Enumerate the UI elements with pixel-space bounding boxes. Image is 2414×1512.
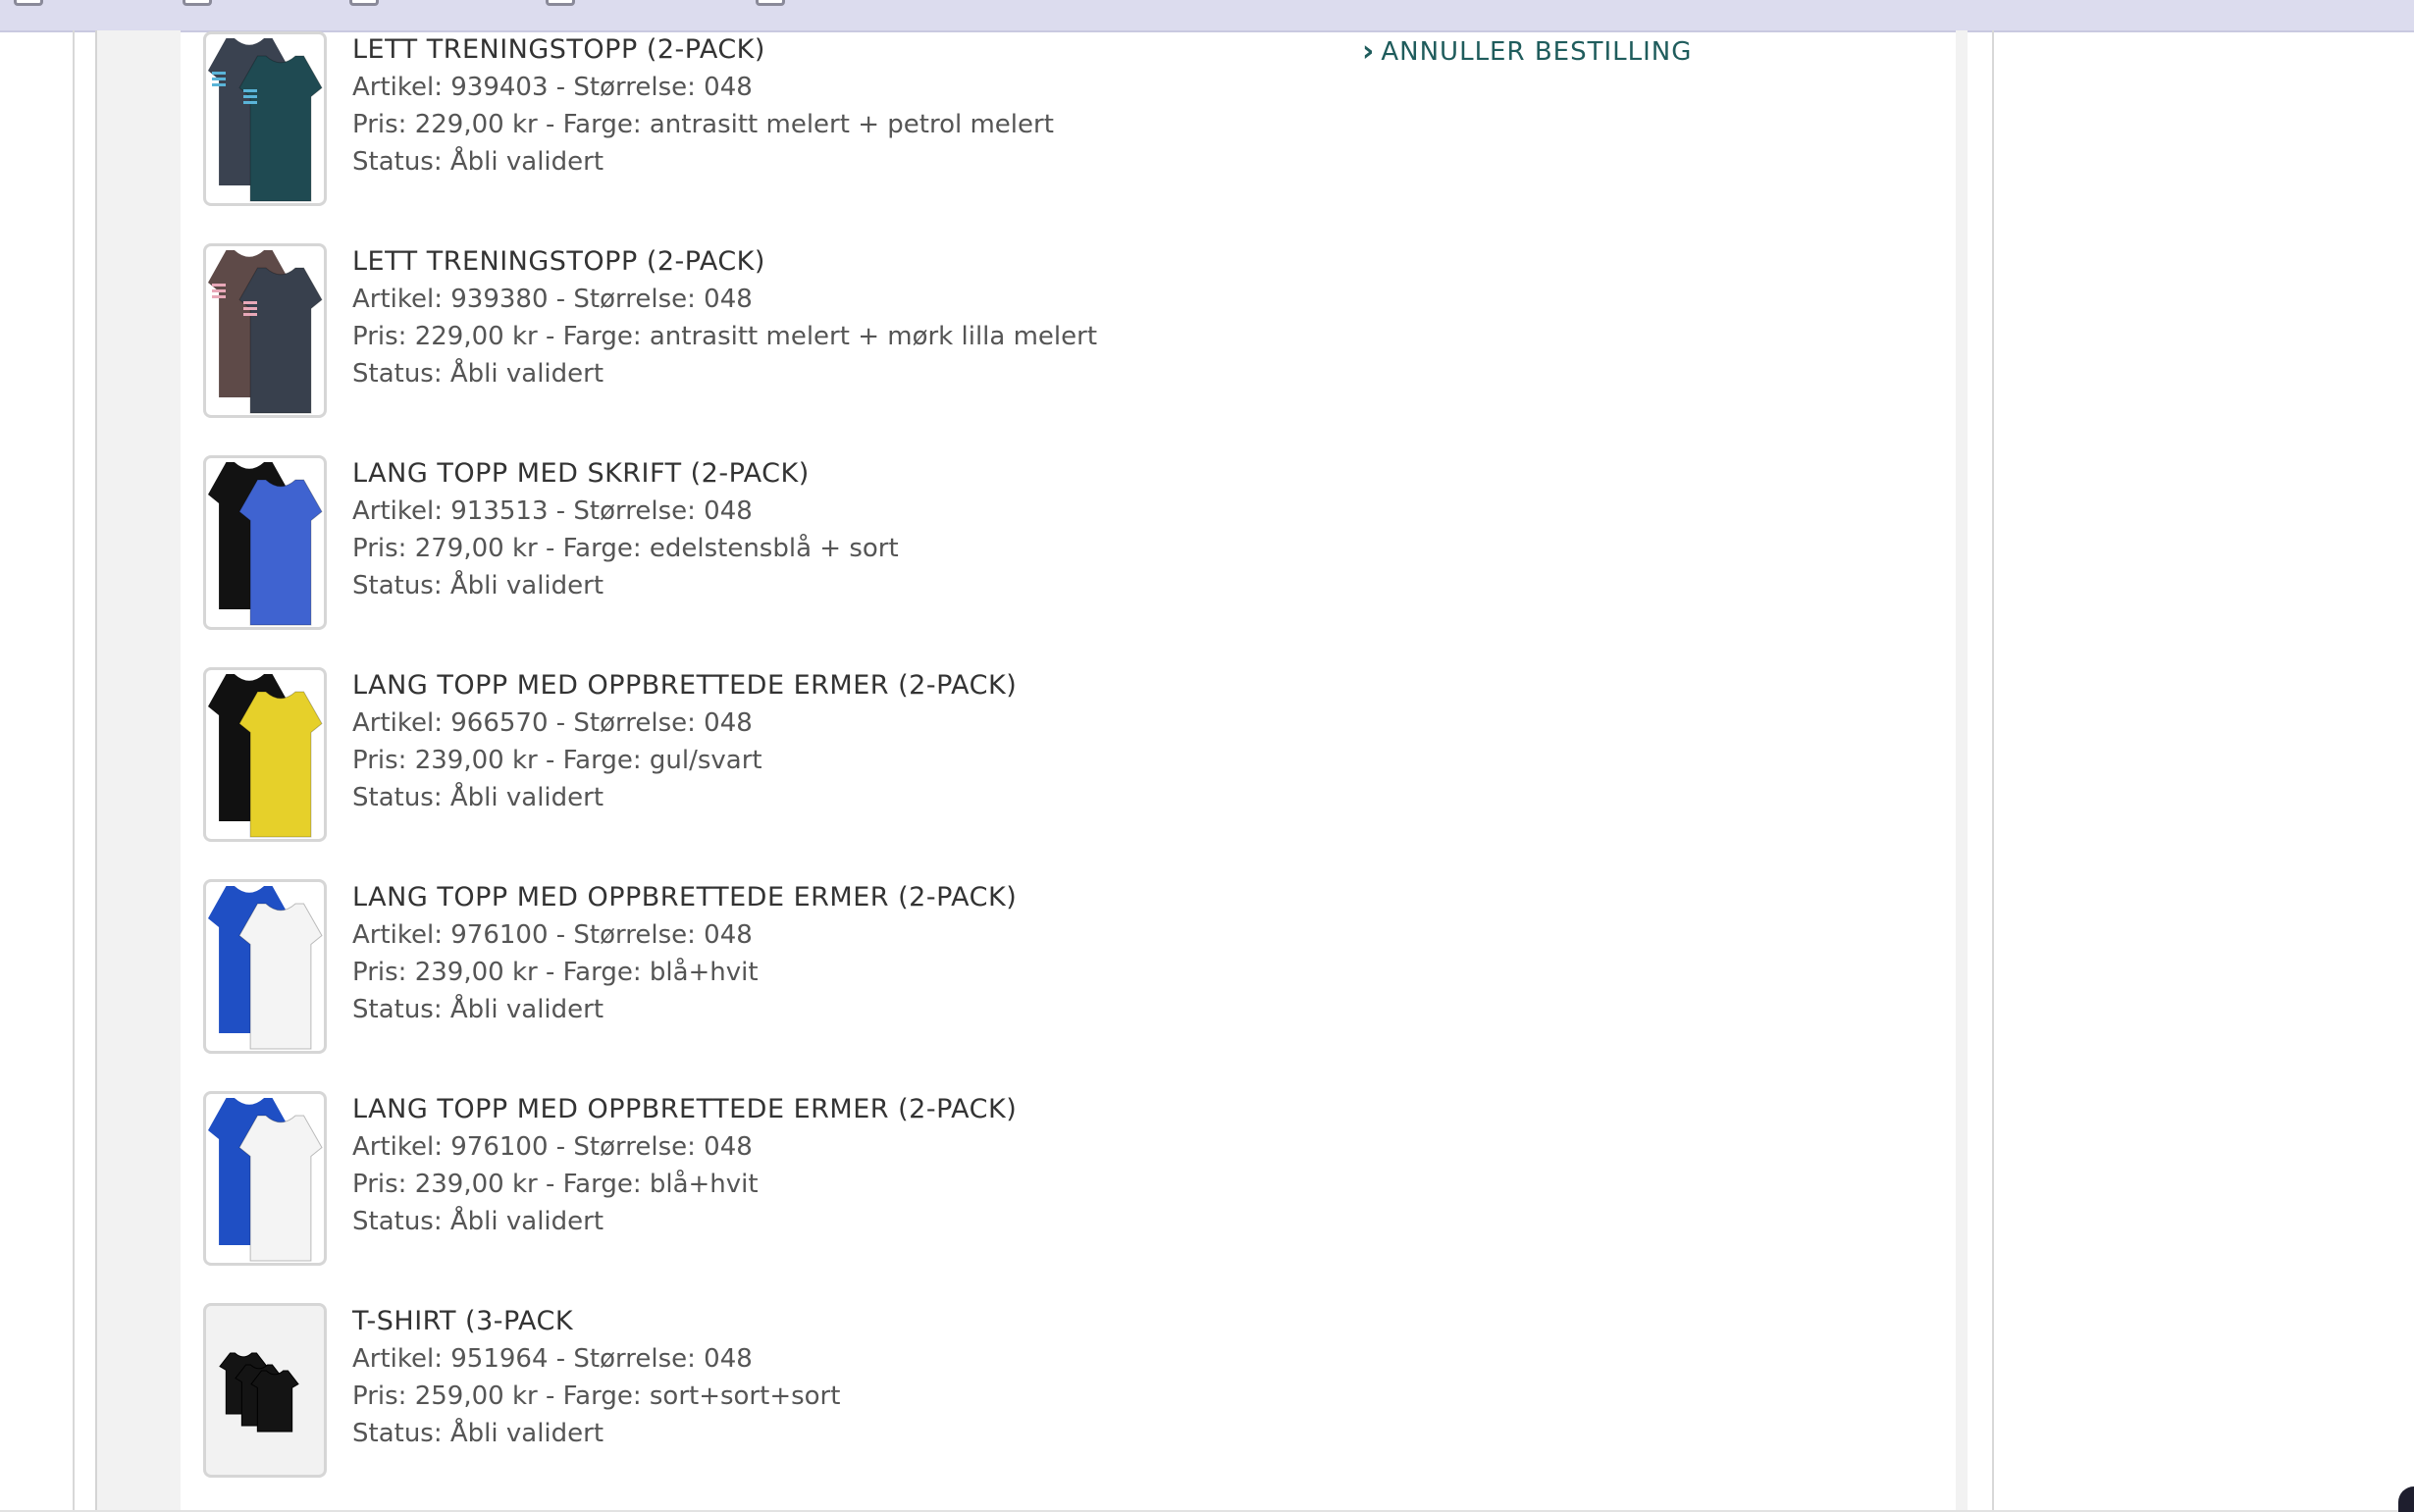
item-status: Status: Åbli validert	[352, 571, 604, 600]
bookmark-item[interactable]	[546, 0, 575, 8]
product-image[interactable]	[203, 1091, 327, 1266]
sleeve-stripe	[212, 83, 226, 86]
sleeve-stripe	[243, 101, 257, 104]
content-gutter	[95, 30, 181, 1512]
item-status: Status: Åbli validert	[352, 1419, 604, 1448]
item-price: Pris: 229,00 kr - Farge: antrasitt meler…	[352, 322, 1098, 351]
sleeve-stripe	[243, 313, 257, 316]
folder-icon	[349, 0, 379, 6]
item-title[interactable]: LETT TRENINGSTOPP (2-PACK)	[352, 31, 1054, 69]
item-price: Pris: 239,00 kr - Farge: blå+hvit	[352, 958, 759, 987]
garment-shape	[238, 903, 323, 1050]
item-article: Artikel: 939403 - Størrelse: 048	[352, 73, 753, 102]
sleeve-stripe	[212, 78, 226, 80]
long-top-2pack-icon	[208, 886, 323, 1050]
sleeve-stripe	[212, 72, 226, 75]
item-title[interactable]: LANG TOPP MED OPPBRETTEDE ERMER (2-PACK)	[352, 879, 1017, 916]
item-title[interactable]: LANG TOPP MED SKRIFT (2-PACK)	[352, 455, 899, 493]
bookmark-item[interactable]	[183, 0, 212, 8]
item-details: LANG TOPP MED OPPBRETTEDE ERMER (2-PACK)…	[352, 1091, 1017, 1240]
item-article: Artikel: 913513 - Størrelse: 048	[352, 496, 753, 526]
sleeve-stripe	[243, 89, 257, 92]
item-title[interactable]: T-SHIRT (3-PACK	[352, 1303, 840, 1340]
product-image[interactable]	[203, 879, 327, 1054]
bookmark-item[interactable]	[14, 0, 43, 8]
window-corner	[2398, 1486, 2414, 1512]
garment-shape	[238, 1115, 323, 1262]
garment-shape	[238, 55, 323, 202]
order-item: LETT TRENINGSTOPP (2-PACK) Artikel: 93938…	[203, 243, 1773, 420]
garment-shape	[238, 691, 323, 838]
item-article: Artikel: 951964 - Størrelse: 048	[352, 1344, 753, 1374]
folder-icon	[756, 0, 785, 6]
long-top-2pack-icon	[208, 462, 323, 626]
content-gutter	[1956, 30, 1968, 1512]
item-title[interactable]: LETT TRENINGSTOPP (2-PACK)	[352, 243, 1097, 281]
sleeve-stripe	[243, 307, 257, 310]
item-details: LANG TOPP MED OPPBRETTEDE ERMER (2-PACK)…	[352, 667, 1017, 816]
item-details: LANG TOPP MED SKRIFT (2-PACK) Artikel: 91…	[352, 455, 899, 604]
item-price: Pris: 239,00 kr - Farge: gul/svart	[352, 746, 762, 775]
bookmark-item[interactable]	[756, 0, 785, 8]
bookmarks-bar	[0, 0, 2414, 32]
tshirt-2pack-icon	[208, 38, 323, 202]
item-status: Status: Åbli validert	[352, 783, 604, 812]
product-image[interactable]	[203, 455, 327, 630]
garment-shape	[250, 1370, 299, 1433]
item-details: T-SHIRT (3-PACK Artikel: 951964 - Størrel…	[352, 1303, 840, 1452]
sleeve-stripe	[212, 284, 226, 287]
product-image[interactable]	[203, 243, 327, 418]
order-item: LANG TOPP MED SKRIFT (2-PACK) Artikel: 91…	[203, 455, 1773, 632]
folder-icon	[183, 0, 212, 6]
item-details: LETT TRENINGSTOPP (2-PACK) Artikel: 93940…	[352, 31, 1054, 181]
sleeve-stripe	[212, 289, 226, 292]
long-top-2pack-icon	[208, 674, 323, 838]
sleeve-stripe	[212, 295, 226, 298]
item-status: Status: Åbli validert	[352, 1207, 604, 1236]
item-price: Pris: 229,00 kr - Farge: antrasitt meler…	[352, 110, 1054, 139]
page-border	[73, 30, 75, 1512]
garment-shape	[238, 479, 323, 626]
folder-icon	[14, 0, 43, 6]
item-status: Status: Åbli validert	[352, 147, 604, 177]
item-status: Status: Åbli validert	[352, 359, 604, 389]
item-article: Artikel: 939380 - Størrelse: 048	[352, 285, 753, 314]
item-article: Artikel: 966570 - Størrelse: 048	[352, 708, 753, 738]
long-top-2pack-icon	[208, 1098, 323, 1262]
product-image[interactable]	[203, 667, 327, 842]
order-item: LANG TOPP MED OPPBRETTEDE ERMER (2-PACK)…	[203, 879, 1773, 1056]
item-details: LANG TOPP MED OPPBRETTEDE ERMER (2-PACK)…	[352, 879, 1017, 1028]
tshirt-2pack-icon	[208, 250, 323, 414]
item-details: LETT TRENINGSTOPP (2-PACK) Artikel: 93938…	[352, 243, 1097, 392]
bookmark-item[interactable]	[349, 0, 379, 8]
order-item: T-SHIRT (3-PACK Artikel: 951964 - Størrel…	[203, 1303, 1773, 1480]
item-title[interactable]: LANG TOPP MED OPPBRETTEDE ERMER (2-PACK)	[352, 1091, 1017, 1128]
order-item: LETT TRENINGSTOPP (2-PACK) Artikel: 93940…	[203, 31, 1773, 208]
order-item: LANG TOPP MED OPPBRETTEDE ERMER (2-PACK)…	[203, 1091, 1773, 1268]
item-status: Status: Åbli validert	[352, 995, 604, 1024]
sleeve-stripe	[243, 301, 257, 304]
order-item: LANG TOPP MED OPPBRETTEDE ERMER (2-PACK)…	[203, 667, 1773, 844]
item-title[interactable]: LANG TOPP MED OPPBRETTEDE ERMER (2-PACK)	[352, 667, 1017, 704]
product-image[interactable]	[203, 31, 327, 206]
page-border	[1992, 30, 1994, 1512]
product-image[interactable]	[203, 1303, 327, 1478]
item-price: Pris: 239,00 kr - Farge: blå+hvit	[352, 1170, 759, 1199]
tshirt-3pack-icon	[219, 1352, 299, 1433]
item-article: Artikel: 976100 - Størrelse: 048	[352, 1132, 753, 1162]
item-article: Artikel: 976100 - Størrelse: 048	[352, 920, 753, 950]
item-price: Pris: 259,00 kr - Farge: sort+sort+sort	[352, 1382, 841, 1411]
item-price: Pris: 279,00 kr - Farge: edelstensblå + …	[352, 534, 899, 563]
garment-shape	[238, 267, 323, 414]
sleeve-stripe	[243, 95, 257, 98]
folder-icon	[546, 0, 575, 6]
